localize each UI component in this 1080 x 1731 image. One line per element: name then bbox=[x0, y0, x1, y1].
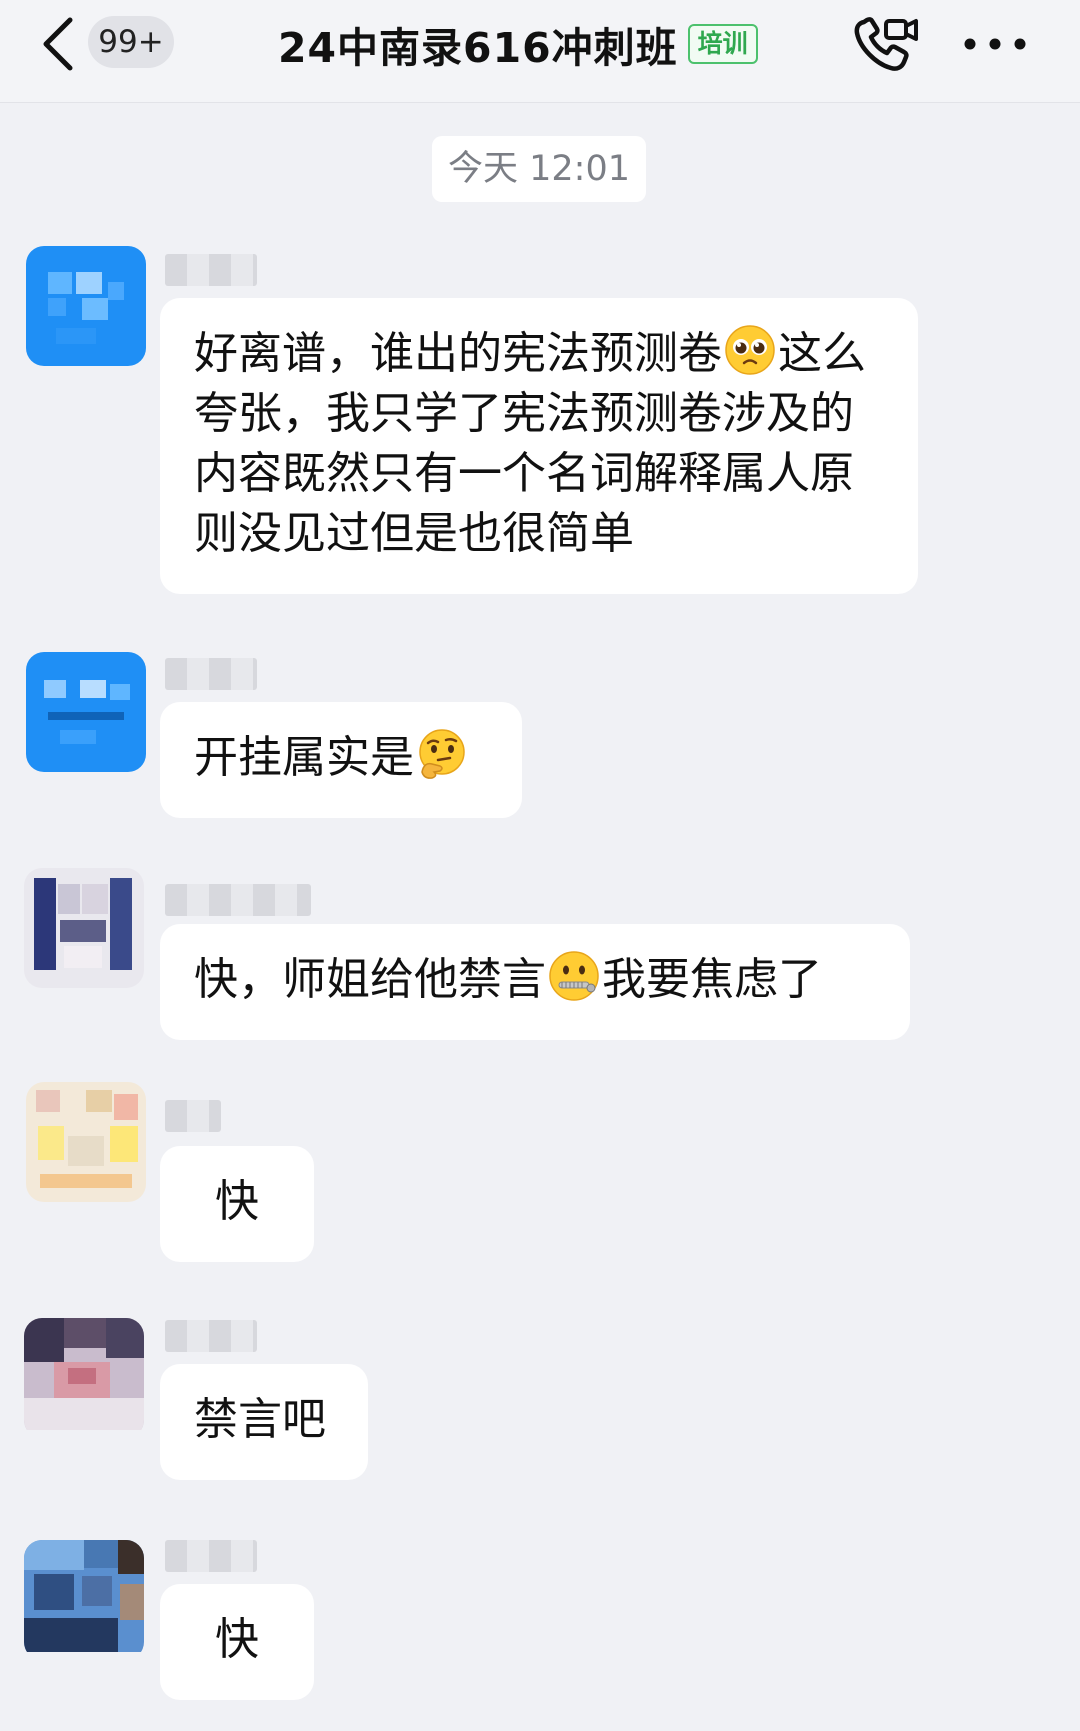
message-text: 开挂属实是 bbox=[194, 732, 414, 783]
message-bubble[interactable]: 快，师姐给他禁言 我要焦虑了 bbox=[160, 924, 910, 1040]
message-text: 我要焦虑了 bbox=[602, 954, 822, 1005]
sender-name bbox=[165, 1320, 257, 1352]
sender-name bbox=[165, 254, 257, 286]
zipper-mouth-face-icon bbox=[549, 951, 599, 1001]
sender-name bbox=[165, 658, 257, 690]
pleading-face-icon bbox=[725, 325, 775, 375]
avatar-image bbox=[26, 246, 146, 366]
sender-name bbox=[165, 1100, 221, 1132]
message-text: 快 bbox=[215, 1176, 259, 1227]
message-bubble[interactable]: 快 bbox=[160, 1146, 314, 1262]
back-button[interactable] bbox=[38, 14, 78, 74]
unread-badge[interactable]: 99+ bbox=[88, 16, 174, 68]
sender-avatar[interactable] bbox=[24, 1318, 144, 1438]
message-timestamp: 今天 12:01 bbox=[432, 136, 646, 202]
sender-name bbox=[165, 884, 311, 916]
thinking-face-icon bbox=[419, 729, 465, 779]
sender-name bbox=[165, 1540, 257, 1572]
message-text: 快，师姐给他禁言 bbox=[194, 954, 546, 1005]
sender-avatar[interactable] bbox=[24, 1540, 144, 1660]
message-bubble[interactable]: 好离谱，谁出的宪法预测卷 这么夸张，我只学了宪法预测卷涉及的内容既然只有一个名词… bbox=[160, 298, 918, 594]
chevron-left-icon bbox=[43, 17, 73, 71]
message-text: 快 bbox=[215, 1614, 259, 1665]
more-dots-icon bbox=[964, 38, 1026, 50]
avatar-image bbox=[24, 1318, 144, 1430]
sender-avatar[interactable] bbox=[24, 868, 144, 988]
chat-header: 99+ 24中南录616冲刺班 培训 bbox=[0, 0, 1080, 103]
message-bubble[interactable]: 快 bbox=[160, 1584, 314, 1700]
group-type-tag: 培训 bbox=[687, 24, 758, 64]
sender-avatar[interactable] bbox=[26, 246, 146, 366]
message-bubble[interactable]: 开挂属实是 bbox=[160, 702, 522, 818]
group-call-button[interactable] bbox=[850, 14, 920, 76]
avatar-image bbox=[26, 1082, 146, 1202]
avatar-image bbox=[24, 1540, 144, 1652]
message-text: 好离谱，谁出的宪法预测卷 bbox=[194, 328, 722, 379]
message-text: 禁言吧 bbox=[194, 1394, 326, 1445]
group-title[interactable]: 24中南录616冲刺班 bbox=[278, 14, 678, 74]
avatar-image bbox=[24, 868, 144, 988]
avatar-image bbox=[26, 652, 146, 772]
phone-video-icon bbox=[854, 17, 918, 71]
message-bubble[interactable]: 禁言吧 bbox=[160, 1364, 368, 1480]
title-wrap: 24中南录616冲刺班 培训 bbox=[278, 14, 758, 74]
sender-avatar[interactable] bbox=[26, 1082, 146, 1202]
sender-avatar[interactable] bbox=[26, 652, 146, 772]
more-options-button[interactable] bbox=[960, 24, 1030, 64]
